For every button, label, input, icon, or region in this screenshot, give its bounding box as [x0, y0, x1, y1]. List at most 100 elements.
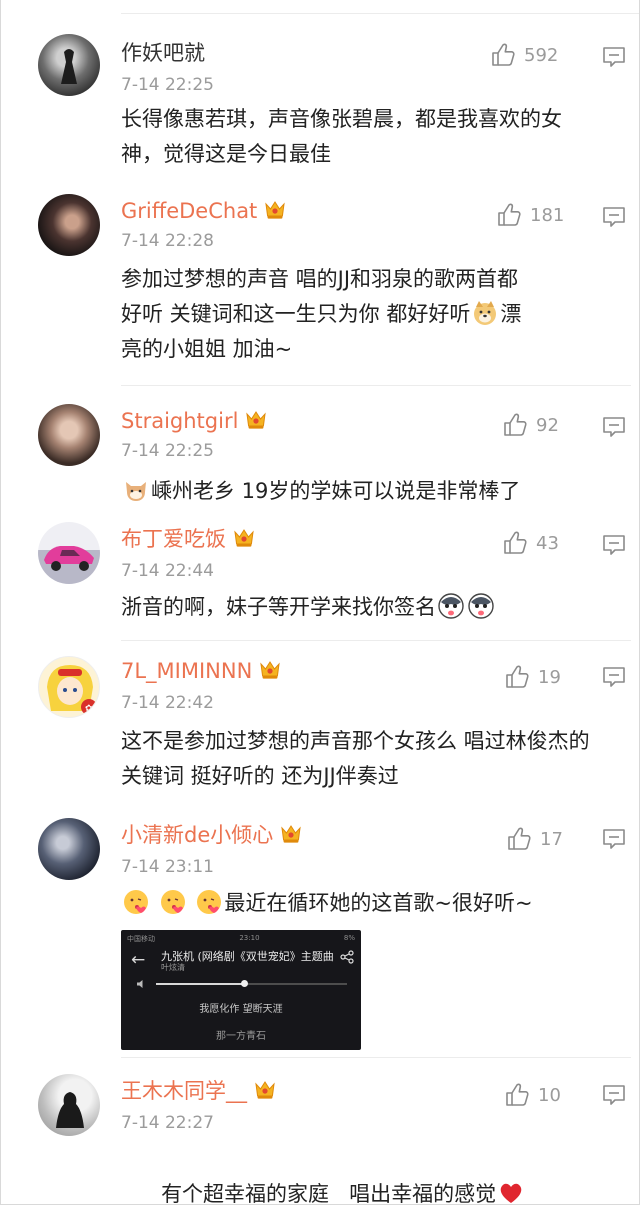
like-button[interactable]: 43 [502, 530, 559, 556]
comment-line-text: 好听 关键词和这一生只为你 都好好听 [121, 302, 471, 326]
crown-badge-icon [258, 660, 282, 680]
like-count: 592 [524, 44, 559, 66]
back-arrow-icon: ← [131, 950, 146, 970]
username-text[interactable]: GriffeDeChat [121, 199, 257, 223]
comment-text-content: 浙音的啊，妹子等开学来找你签名 [121, 595, 436, 619]
username-text[interactable]: 小清新de小倾心 [121, 823, 273, 847]
pink-car-icon [44, 546, 94, 571]
username[interactable]: 7L_MIMINNN [121, 658, 282, 684]
like-count: 19 [538, 666, 561, 688]
crown-badge-icon [232, 528, 256, 548]
comment-text: 浙音的啊，妹子等开学来找你签名 [121, 590, 601, 625]
comment-bubble-icon[interactable] [602, 534, 626, 556]
thumbs-up-icon [504, 664, 530, 690]
avatar[interactable] [38, 1074, 100, 1136]
doge-emoji-icon [474, 301, 497, 325]
like-button[interactable]: 17 [506, 826, 563, 852]
husky-emoji-icon [468, 593, 494, 619]
comment-panel: 作妖吧就 7-14 22:25 592 长得像惠若琪，声音像张碧晨，都是我喜欢的… [0, 0, 640, 1205]
crown-badge-icon [279, 824, 303, 844]
avatar[interactable] [38, 194, 100, 256]
username[interactable]: 王木木同学__ [121, 1078, 277, 1104]
section-divider [121, 1057, 631, 1058]
cat-emoji-icon [126, 482, 146, 501]
username[interactable]: Straightgirl [121, 408, 268, 434]
avatar[interactable] [38, 34, 100, 96]
username-text[interactable]: 7L_MIMINNN [121, 659, 252, 683]
share-icon [340, 950, 354, 964]
comment-text: 有个超幸福的家庭 唱出幸福的感觉 [121, 1142, 601, 1205]
thumbs-up-icon [496, 202, 522, 228]
username-text[interactable]: 布丁爱吃饭 [121, 527, 226, 551]
heart-icon [500, 1183, 522, 1203]
timestamp: 7-14 22:44 [121, 561, 214, 581]
like-button[interactable]: 92 [502, 412, 559, 438]
timestamp: 7-14 22:42 [121, 693, 214, 713]
kiss-emoji-icon [197, 890, 222, 914]
thumbs-up-icon [502, 530, 528, 556]
volume-icon [137, 980, 143, 988]
lyric-line: 我愿化作 望断天涯 [199, 1004, 283, 1015]
status-bar: 中国移动 23:10 8% [127, 934, 355, 944]
comment-bubble-icon[interactable] [602, 416, 626, 438]
avatar[interactable] [38, 818, 100, 880]
username[interactable]: 布丁爱吃饭 [121, 526, 256, 552]
like-button[interactable]: 181 [496, 202, 564, 228]
like-button[interactable]: 19 [504, 664, 561, 690]
timestamp: 7-14 22:25 [121, 75, 214, 95]
progress-fill [156, 983, 244, 985]
anime-girl-icon: ✿ [47, 665, 97, 715]
like-button[interactable]: 592 [490, 42, 558, 68]
like-count: 92 [536, 414, 559, 436]
comment-text-content: 有个超幸福的家庭 唱出幸福的感觉 [161, 1182, 497, 1205]
husky-emoji-icon [438, 593, 464, 619]
comment-text-content: 最近在循环她的这首歌~很好听~ [224, 891, 533, 915]
top-divider [121, 0, 639, 14]
comment-text: 长得像惠若琪，声音像张碧晨，都是我喜欢的女神，觉得这是今日最佳 [121, 107, 562, 166]
comment-line: 参加过梦想的声音 唱的JJ和羽泉的歌两首都 [121, 267, 519, 291]
like-count: 43 [536, 532, 559, 554]
artist-name: 叶炫清 [161, 963, 185, 972]
timestamp: 7-14 22:27 [121, 1113, 214, 1133]
battery-label: 8% [343, 934, 355, 942]
kiss-emoji-icon [124, 890, 148, 914]
comment-bubble-icon[interactable] [602, 206, 626, 228]
timestamp: 7-14 23:11 [121, 857, 214, 877]
comment-bubble-icon[interactable] [602, 1084, 626, 1106]
like-count: 17 [540, 828, 563, 850]
avatar[interactable]: ✿ [38, 656, 100, 718]
thumbs-up-icon [502, 412, 528, 438]
username[interactable]: 小清新de小倾心 [121, 822, 303, 848]
username[interactable]: GriffeDeChat [121, 198, 287, 224]
like-count: 181 [530, 204, 565, 226]
comment-bubble-icon[interactable] [602, 666, 626, 688]
avatar-figure [61, 49, 77, 84]
svg-text:✿: ✿ [85, 704, 93, 714]
timestamp: 7-14 22:25 [121, 441, 214, 461]
comment-bubble-icon[interactable] [602, 46, 626, 68]
progress-track [156, 980, 347, 987]
comment-line-text: 漂 [500, 302, 522, 326]
username-text[interactable]: Straightgirl [121, 409, 238, 433]
comment-text: 嵊州老乡 19岁的学妹可以说是非常棒了 [121, 474, 601, 509]
attached-image[interactable]: 中国移动 23:10 8% ← 九张机 (网络剧《双世宠妃》主题曲 叶炫清 我愿… [121, 930, 361, 1050]
song-title: 九张机 (网络剧《双世宠妃》主题曲 [161, 950, 334, 963]
comment-line: 好听 关键词和这一生只为你 都好好听 漂 [121, 297, 601, 332]
avatar[interactable] [38, 404, 100, 466]
like-button[interactable]: 10 [504, 1082, 561, 1108]
comment-bubble-icon[interactable] [602, 828, 626, 850]
comment-text: 这不是参加过梦想的声音那个女孩么 唱过林俊杰的关键词 挺好听的 还为JJ伴奏过 [121, 729, 590, 788]
crown-badge-icon [263, 200, 287, 220]
comment-text: 最近在循环她的这首歌~很好听~ [121, 886, 601, 921]
section-divider [121, 385, 631, 386]
carrier-label: 中国移动 [127, 935, 155, 943]
avatar[interactable] [38, 522, 100, 584]
progress-knob [240, 980, 248, 987]
username[interactable]: 作妖吧就 [121, 40, 205, 66]
username-text[interactable]: 王木木同学__ [121, 1079, 247, 1103]
comment-text-content: 嵊州老乡 19岁的学妹可以说是非常棒了 [151, 479, 521, 503]
thumbs-up-icon [506, 826, 532, 852]
thumbs-up-icon [504, 1082, 530, 1108]
silhouette-figure [56, 1092, 84, 1128]
crown-badge-icon [253, 1080, 277, 1100]
